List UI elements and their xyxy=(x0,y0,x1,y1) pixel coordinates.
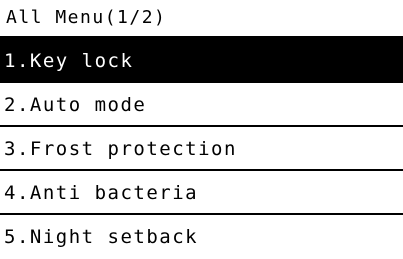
menu-item-key-lock[interactable]: 1.Key lock xyxy=(0,39,403,83)
menu-item-frost-protection[interactable]: 3.Frost protection xyxy=(0,127,403,171)
menu-item-anti-bacteria[interactable]: 4.Anti bacteria xyxy=(0,171,403,215)
menu-item-label: 5.Night setback xyxy=(4,226,199,248)
page-title: All Menu(1/2) xyxy=(6,7,167,28)
menu-item-auto-mode[interactable]: 2.Auto mode xyxy=(0,83,403,127)
menu-item-label: 1.Key lock xyxy=(4,50,134,72)
menu-item-label: 2.Auto mode xyxy=(4,94,147,116)
menu-screen: All Menu(1/2) 1.Key lock 2.Auto mode 3.F… xyxy=(0,0,403,254)
menu-header: All Menu(1/2) xyxy=(0,0,403,40)
menu-list: 1.Key lock 2.Auto mode 3.Frost protectio… xyxy=(0,39,403,259)
menu-item-night-setback[interactable]: 5.Night setback xyxy=(0,215,403,259)
menu-item-label: 4.Anti bacteria xyxy=(4,182,199,204)
menu-item-label: 3.Frost protection xyxy=(4,138,237,160)
